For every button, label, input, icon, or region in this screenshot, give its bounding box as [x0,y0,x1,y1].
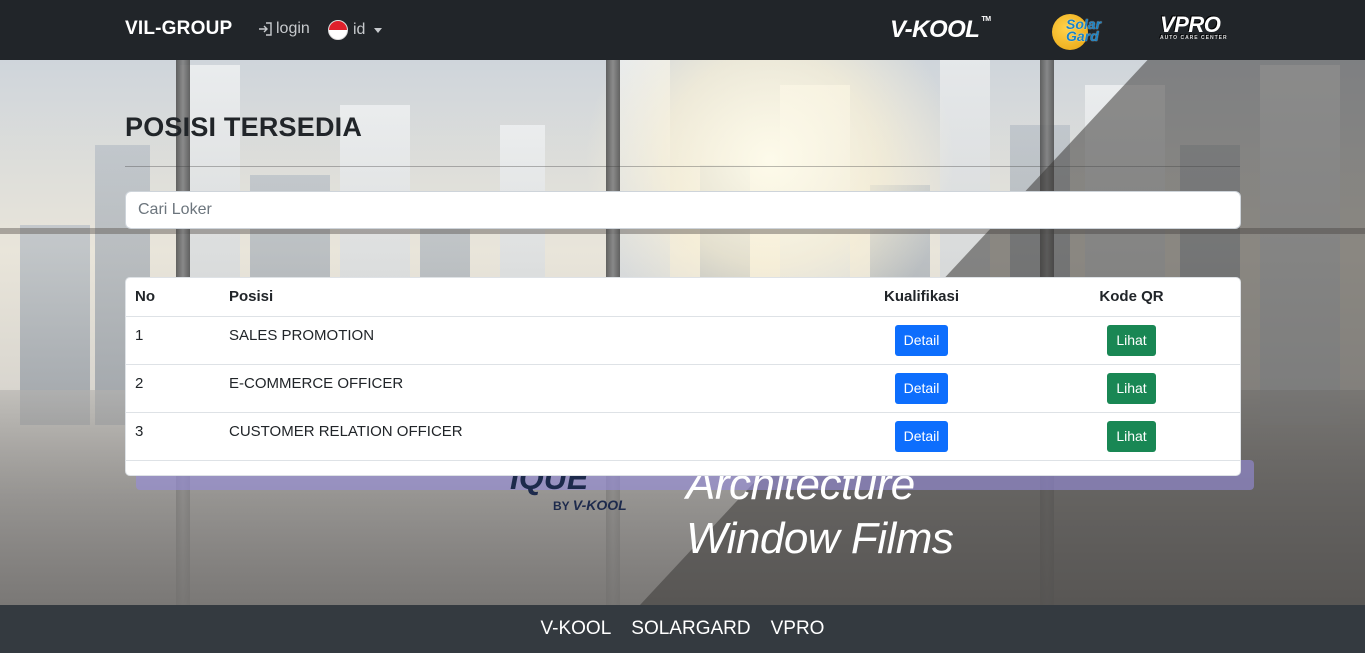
footer-link-vkool[interactable]: V-KOOL [541,618,612,640]
vkool-logo[interactable]: V-KOOL TM [890,16,991,44]
login-link[interactable]: login [257,20,310,38]
position-name: CUSTOMER RELATION OFFICER [220,412,820,461]
vpro-logo-sub: AUTO CARE CENTER [1160,35,1228,41]
positions-table-card: No Posisi Kualifikasi Kode QR 1 SALES PR… [125,277,1241,476]
caret-down-icon [374,28,383,33]
hero-by-text: BY [553,499,570,513]
footer-link-solargard[interactable]: SOLARGARD [631,618,750,640]
footer-link-vpro[interactable]: VPRO [771,618,825,640]
navbar: VIL-GROUP login id V-KOOL TM Solar Gard V… [0,0,1365,60]
positions-table: No Posisi Kualifikasi Kode QR 1 SALES PR… [126,278,1240,461]
hero-headline-line2: Window Films [686,514,954,563]
table-header-row: No Posisi Kualifikasi Kode QR [126,278,1240,317]
vkool-logo-text: V-KOOL [890,16,980,43]
indonesia-flag-icon [328,20,348,40]
login-label: login [276,20,310,37]
language-label: id [353,21,366,38]
row-number: 3 [126,412,220,461]
vpro-logo-text: VPRO [1160,12,1221,37]
lihat-qr-button[interactable]: Lihat [1107,324,1156,356]
solargard-logo-text: Solar Gard [1066,16,1102,44]
column-header-posisi: Posisi [220,278,820,317]
lihat-qr-button[interactable]: Lihat [1107,420,1156,452]
hero-by-line: BY V-KOOL [553,497,627,513]
page-title: POSISI TERSEDIA [125,112,363,142]
vpro-logo[interactable]: VPRO AUTO CARE CENTER [1160,12,1228,41]
hero-by-brand: V-KOOL [572,497,627,513]
solargard-logo[interactable]: Solar Gard [1052,12,1122,50]
divider [125,166,1240,167]
language-dropdown[interactable]: id [328,20,383,40]
vkool-tm: TM [981,16,991,23]
brand[interactable]: VIL-GROUP [125,18,232,40]
search-input[interactable] [125,191,1241,229]
login-icon [259,22,272,36]
detail-button[interactable]: Detail [894,420,949,452]
table-row: 3 CUSTOMER RELATION OFFICER Detail Lihat [126,412,1240,461]
row-number: 1 [126,316,220,365]
table-row: 1 SALES PROMOTION Detail Lihat [126,316,1240,365]
position-name: E-COMMERCE OFFICER [220,364,820,413]
column-header-kualifikasi: Kualifikasi [820,278,1023,317]
column-header-kode-qr: Kode QR [1023,278,1240,317]
table-row: 2 E-COMMERCE OFFICER Detail Lihat [126,364,1240,413]
lihat-qr-button[interactable]: Lihat [1107,372,1156,404]
hero-section: IQUE BY V-KOOL Architecture Window Films… [0,60,1365,605]
detail-button[interactable]: Detail [894,324,949,356]
row-number: 2 [126,364,220,413]
footer: V-KOOL SOLARGARD VPRO [0,605,1365,653]
detail-button[interactable]: Detail [894,372,949,404]
column-header-no: No [126,278,220,317]
position-name: SALES PROMOTION [220,316,820,365]
